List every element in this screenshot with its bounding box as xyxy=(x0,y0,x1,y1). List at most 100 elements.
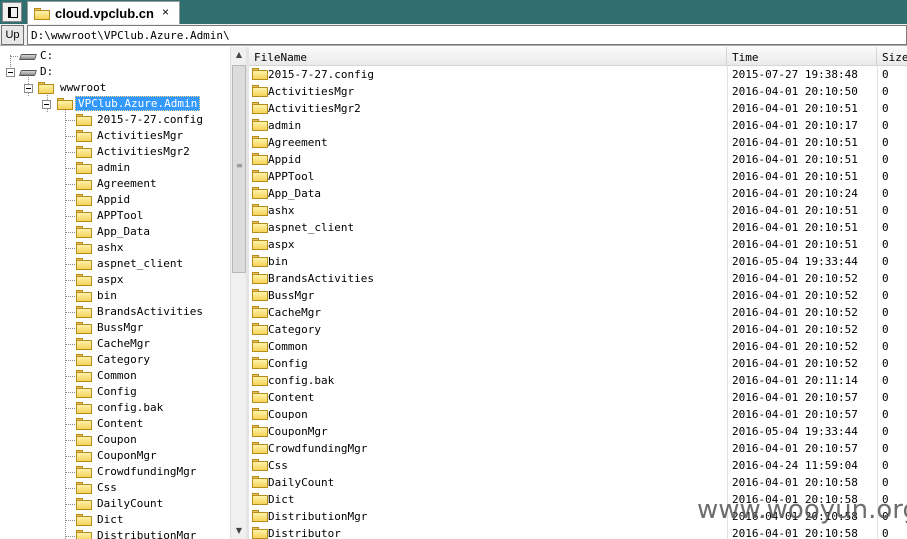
column-time[interactable]: Time xyxy=(727,47,877,66)
tree-item[interactable]: BussMgr xyxy=(0,320,230,336)
tree-item[interactable]: DailyCount xyxy=(0,496,230,512)
tree-item[interactable]: admin xyxy=(0,160,230,176)
tree-item[interactable]: bin xyxy=(0,288,230,304)
file-name: Appid xyxy=(268,153,302,166)
tree-item[interactable]: APPTool xyxy=(0,208,230,224)
folder-icon xyxy=(76,114,92,126)
tree-item[interactable]: config.bak xyxy=(0,400,230,416)
tree-scrollbar[interactable]: ▲ ≡ ▼ xyxy=(230,47,246,539)
table-row[interactable]: Common 2016-04-01 20:10:52 0 xyxy=(249,338,907,355)
tree-item[interactable]: ActivitiesMgr2 xyxy=(0,144,230,160)
table-row[interactable]: aspnet_client 2016-04-01 20:10:51 0 xyxy=(249,219,907,236)
folder-icon xyxy=(252,527,268,539)
table-row[interactable]: APPTool 2016-04-01 20:10:51 0 xyxy=(249,168,907,185)
tree-item-label: ashx xyxy=(97,241,124,254)
table-row[interactable]: Category 2016-04-01 20:10:52 0 xyxy=(249,321,907,338)
tree-item[interactable]: Dict xyxy=(0,512,230,528)
file-name: config.bak xyxy=(268,374,335,387)
tree-item-label: C: xyxy=(40,49,54,62)
table-row[interactable]: CrowdfundingMgr 2016-04-01 20:10:57 0 xyxy=(249,440,907,457)
collapse-icon[interactable] xyxy=(6,68,15,77)
tree-item-selected[interactable]: VPClub.Azure.Admin xyxy=(0,96,220,112)
tab-label: cloud.vpclub.cn xyxy=(55,6,154,21)
path-input[interactable]: D:\wwwroot\VPClub.Azure.Admin\ xyxy=(27,25,907,45)
tree-item-label: ActivitiesMgr2 xyxy=(97,145,190,158)
tree-item[interactable]: Appid xyxy=(0,192,230,208)
tree-item-label: Content xyxy=(97,417,144,430)
table-row[interactable]: DailyCount 2016-04-01 20:10:58 0 xyxy=(249,474,907,491)
table-row[interactable]: Coupon 2016-04-01 20:10:57 0 xyxy=(249,406,907,423)
table-row[interactable]: Config 2016-04-01 20:10:52 0 xyxy=(249,355,907,372)
scrollbar-thumb[interactable]: ≡ xyxy=(232,65,246,273)
tree-item[interactable]: BrandsActivities xyxy=(0,304,230,320)
file-size: 0 xyxy=(882,187,889,200)
tree-item[interactable]: aspnet_client xyxy=(0,256,230,272)
file-time: 2016-04-01 20:10:51 xyxy=(732,136,858,149)
tree-item-wwwroot[interactable]: wwwroot xyxy=(0,80,220,96)
tree-item[interactable]: DistributionMgr xyxy=(0,528,230,539)
file-name: ActivitiesMgr2 xyxy=(268,102,361,115)
tree-item-label: APPTool xyxy=(97,209,144,222)
collapse-icon[interactable] xyxy=(24,84,33,93)
file-size: 0 xyxy=(882,68,889,81)
tree-item[interactable]: Agreement xyxy=(0,176,230,192)
tree-item[interactable]: ashx xyxy=(0,240,230,256)
table-row[interactable]: Css 2016-04-24 11:59:04 0 xyxy=(249,457,907,474)
tree-drive-c[interactable]: C: xyxy=(0,48,220,64)
table-row[interactable]: BussMgr 2016-04-01 20:10:52 0 xyxy=(249,287,907,304)
table-row[interactable]: ActivitiesMgr 2016-04-01 20:10:50 0 xyxy=(249,83,907,100)
tree-item[interactable]: Css xyxy=(0,480,230,496)
table-row[interactable]: Appid 2016-04-01 20:10:51 0 xyxy=(249,151,907,168)
folder-icon xyxy=(252,306,268,318)
file-size: 0 xyxy=(882,357,889,370)
tree-item-label: VPClub.Azure.Admin xyxy=(75,96,201,111)
window-menu-button[interactable] xyxy=(2,2,22,22)
up-button[interactable]: Up xyxy=(1,25,24,45)
tree-item[interactable]: CacheMgr xyxy=(0,336,230,352)
table-row[interactable]: Agreement 2016-04-01 20:10:51 0 xyxy=(249,134,907,151)
table-row[interactable]: ActivitiesMgr2 2016-04-01 20:10:51 0 xyxy=(249,100,907,117)
table-row[interactable]: Distributor 2016-04-01 20:10:58 0 xyxy=(249,525,907,539)
close-icon[interactable]: × xyxy=(162,5,169,19)
collapse-icon[interactable] xyxy=(42,100,51,109)
tree-item-label: Dict xyxy=(97,513,124,526)
tab-cloud-vpclub[interactable]: cloud.vpclub.cn × xyxy=(27,1,180,24)
tree-item[interactable]: CouponMgr xyxy=(0,448,230,464)
folder-icon xyxy=(252,289,268,301)
tree-item[interactable]: Content xyxy=(0,416,230,432)
file-size: 0 xyxy=(882,255,889,268)
table-row[interactable]: admin 2016-04-01 20:10:17 0 xyxy=(249,117,907,134)
table-row[interactable]: config.bak 2016-04-01 20:11:14 0 xyxy=(249,372,907,389)
column-filename[interactable]: FileName xyxy=(249,47,727,66)
tree-drive-d[interactable]: D: xyxy=(0,64,220,80)
table-row[interactable]: CouponMgr 2016-05-04 19:33:44 0 xyxy=(249,423,907,440)
folder-icon xyxy=(252,510,268,522)
table-row[interactable]: aspx 2016-04-01 20:10:51 0 xyxy=(249,236,907,253)
file-size: 0 xyxy=(882,527,889,539)
tree-item[interactable]: ActivitiesMgr xyxy=(0,128,230,144)
tree-item[interactable]: CrowdfundingMgr xyxy=(0,464,230,480)
tree-item[interactable]: Config xyxy=(0,384,230,400)
table-row[interactable]: bin 2016-05-04 19:33:44 0 xyxy=(249,253,907,270)
tree-item[interactable]: Common xyxy=(0,368,230,384)
tree-item[interactable]: Category xyxy=(0,352,230,368)
table-row[interactable]: 2015-7-27.config 2015-07-27 19:38:48 0 xyxy=(249,66,907,83)
tree-item[interactable]: Coupon xyxy=(0,432,230,448)
scroll-up-arrow-icon[interactable]: ▲ xyxy=(231,47,247,63)
table-row[interactable]: BrandsActivities 2016-04-01 20:10:52 0 xyxy=(249,270,907,287)
folder-icon xyxy=(252,136,268,148)
table-row[interactable]: ashx 2016-04-01 20:10:51 0 xyxy=(249,202,907,219)
table-row[interactable]: App_Data 2016-04-01 20:10:24 0 xyxy=(249,185,907,202)
tree-item[interactable]: App_Data xyxy=(0,224,230,240)
file-size: 0 xyxy=(882,85,889,98)
tree-item-label: Config xyxy=(97,385,137,398)
tree-item[interactable]: aspx xyxy=(0,272,230,288)
scroll-down-arrow-icon[interactable]: ▼ xyxy=(231,523,247,539)
file-name: Config xyxy=(268,357,308,370)
table-row[interactable]: CacheMgr 2016-04-01 20:10:52 0 xyxy=(249,304,907,321)
tree-item-label: Category xyxy=(97,353,150,366)
table-row[interactable]: Content 2016-04-01 20:10:57 0 xyxy=(249,389,907,406)
tree-item[interactable]: 2015-7-27.config xyxy=(0,112,230,128)
file-size: 0 xyxy=(882,442,889,455)
column-size[interactable]: Size xyxy=(877,47,907,66)
